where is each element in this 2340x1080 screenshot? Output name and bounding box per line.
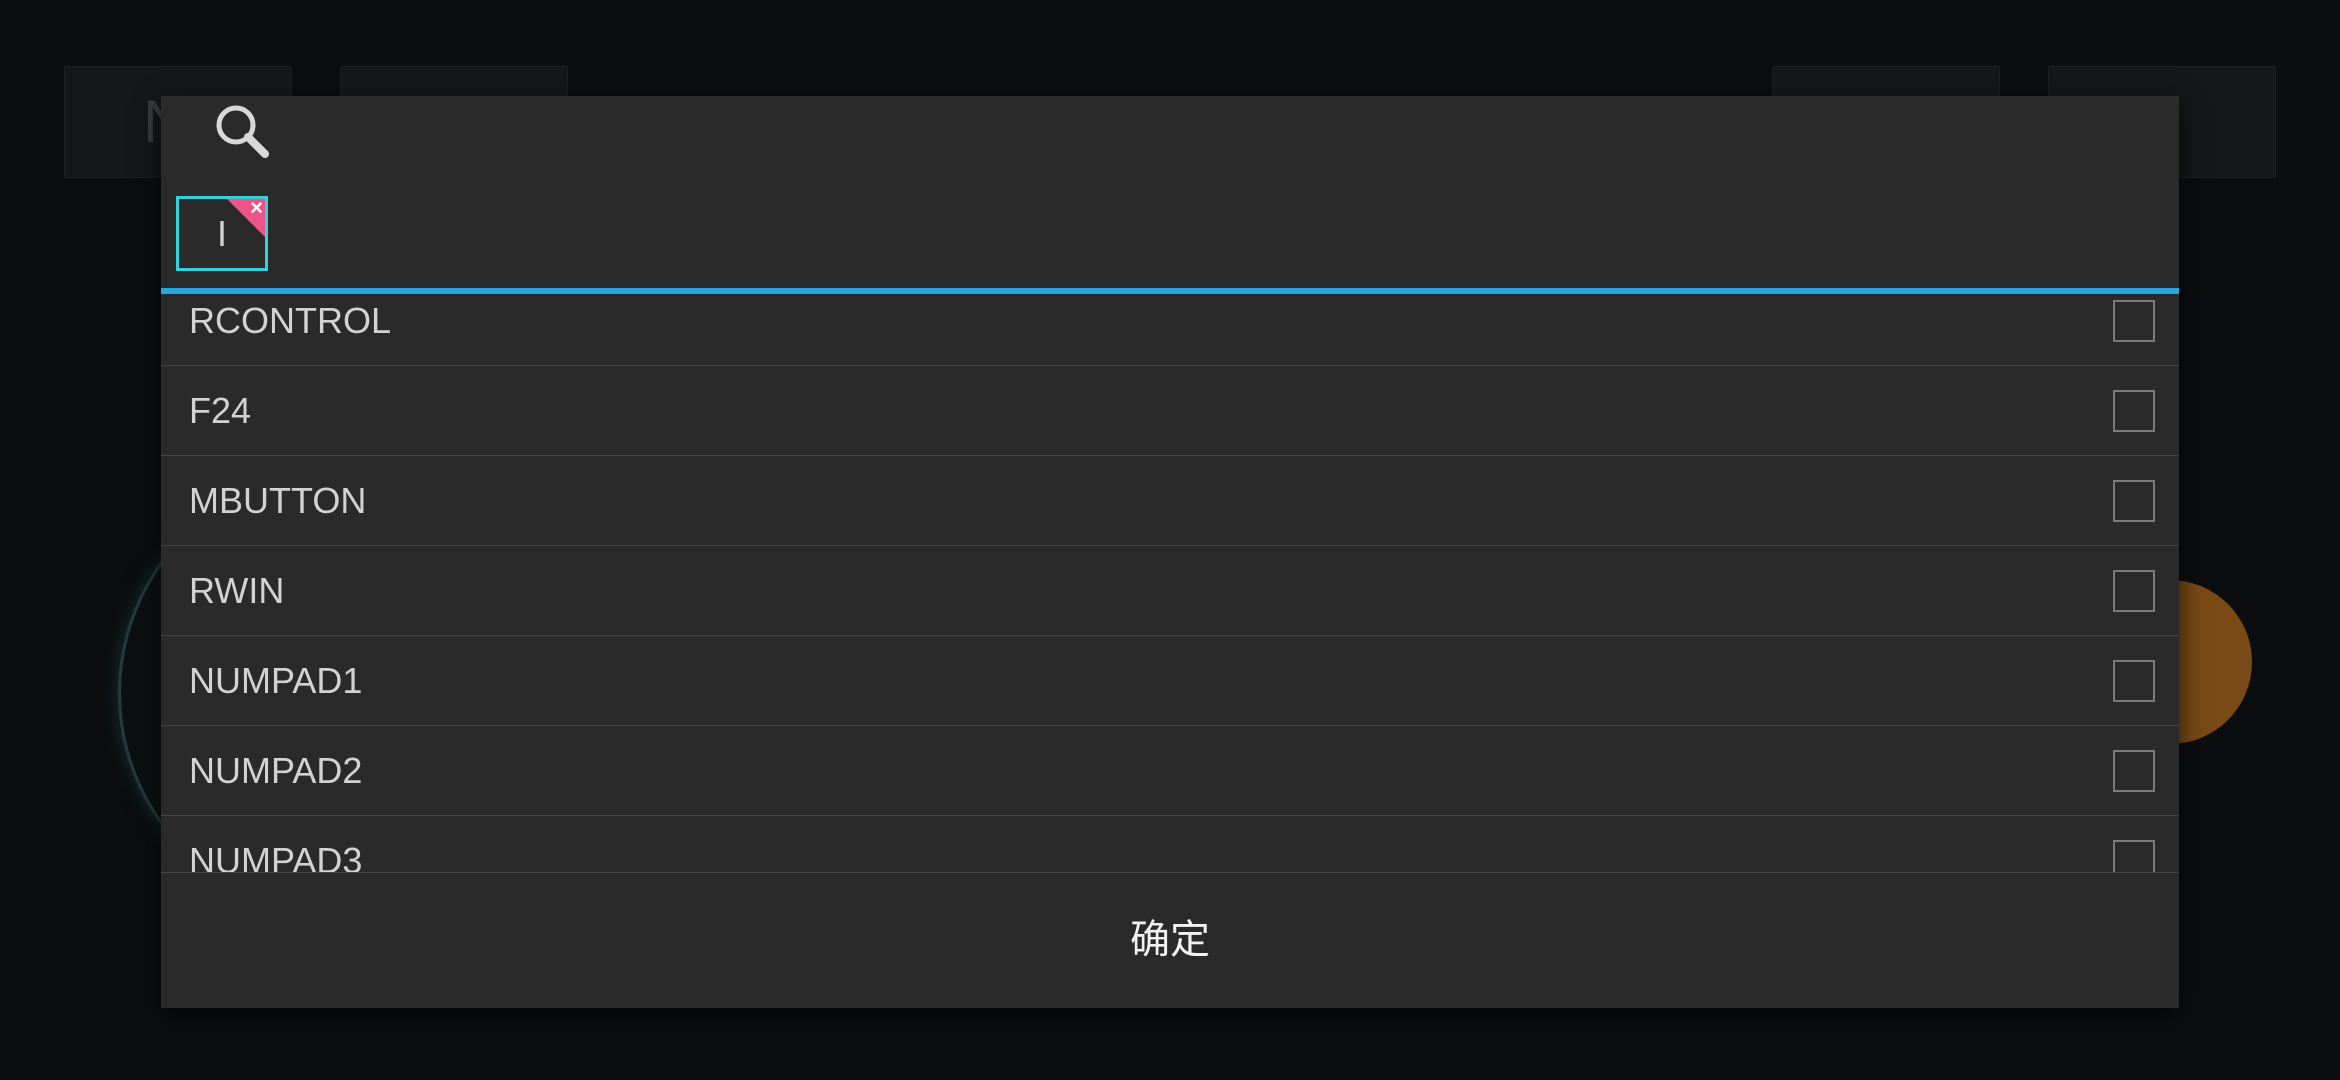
- list-item-checkbox[interactable]: [2113, 660, 2155, 702]
- search-header: I ×: [161, 96, 2179, 288]
- list-item-label: NUMPAD3: [189, 840, 363, 872]
- list-item[interactable]: NUMPAD3: [161, 816, 2179, 872]
- list-item-label: F24: [189, 390, 252, 431]
- list-item[interactable]: F24: [161, 366, 2179, 456]
- list-item-checkbox[interactable]: [2113, 570, 2155, 612]
- key-select-dialog: I × RCONTROL F24 MBUTTON RWIN NUMPAD1 NU…: [161, 96, 2179, 1008]
- list-item[interactable]: NUMPAD2: [161, 726, 2179, 816]
- list-item-checkbox[interactable]: [2113, 750, 2155, 792]
- list-item-label: RWIN: [189, 570, 285, 611]
- list-item-checkbox[interactable]: [2113, 390, 2155, 432]
- list-item-label: NUMPAD1: [189, 660, 363, 701]
- key-list[interactable]: RCONTROL F24 MBUTTON RWIN NUMPAD1 NUMPAD…: [161, 294, 2179, 872]
- search-icon[interactable]: [211, 100, 277, 166]
- list-item[interactable]: MBUTTON: [161, 456, 2179, 546]
- search-chip[interactable]: I ×: [176, 193, 268, 271]
- list-item-checkbox[interactable]: [2113, 840, 2155, 872]
- confirm-button[interactable]: 确定: [161, 873, 2179, 1008]
- list-item[interactable]: RWIN: [161, 546, 2179, 636]
- list-item-checkbox[interactable]: [2113, 300, 2155, 342]
- search-chip-text: I: [216, 213, 227, 254]
- list-item-label: MBUTTON: [189, 480, 367, 521]
- list-item-label: RCONTROL: [189, 300, 392, 341]
- list-item[interactable]: RCONTROL: [161, 294, 2179, 366]
- list-item-checkbox[interactable]: [2113, 480, 2155, 522]
- list-item[interactable]: NUMPAD1: [161, 636, 2179, 726]
- close-icon[interactable]: ×: [250, 193, 263, 223]
- list-item-label: NUMPAD2: [189, 750, 363, 791]
